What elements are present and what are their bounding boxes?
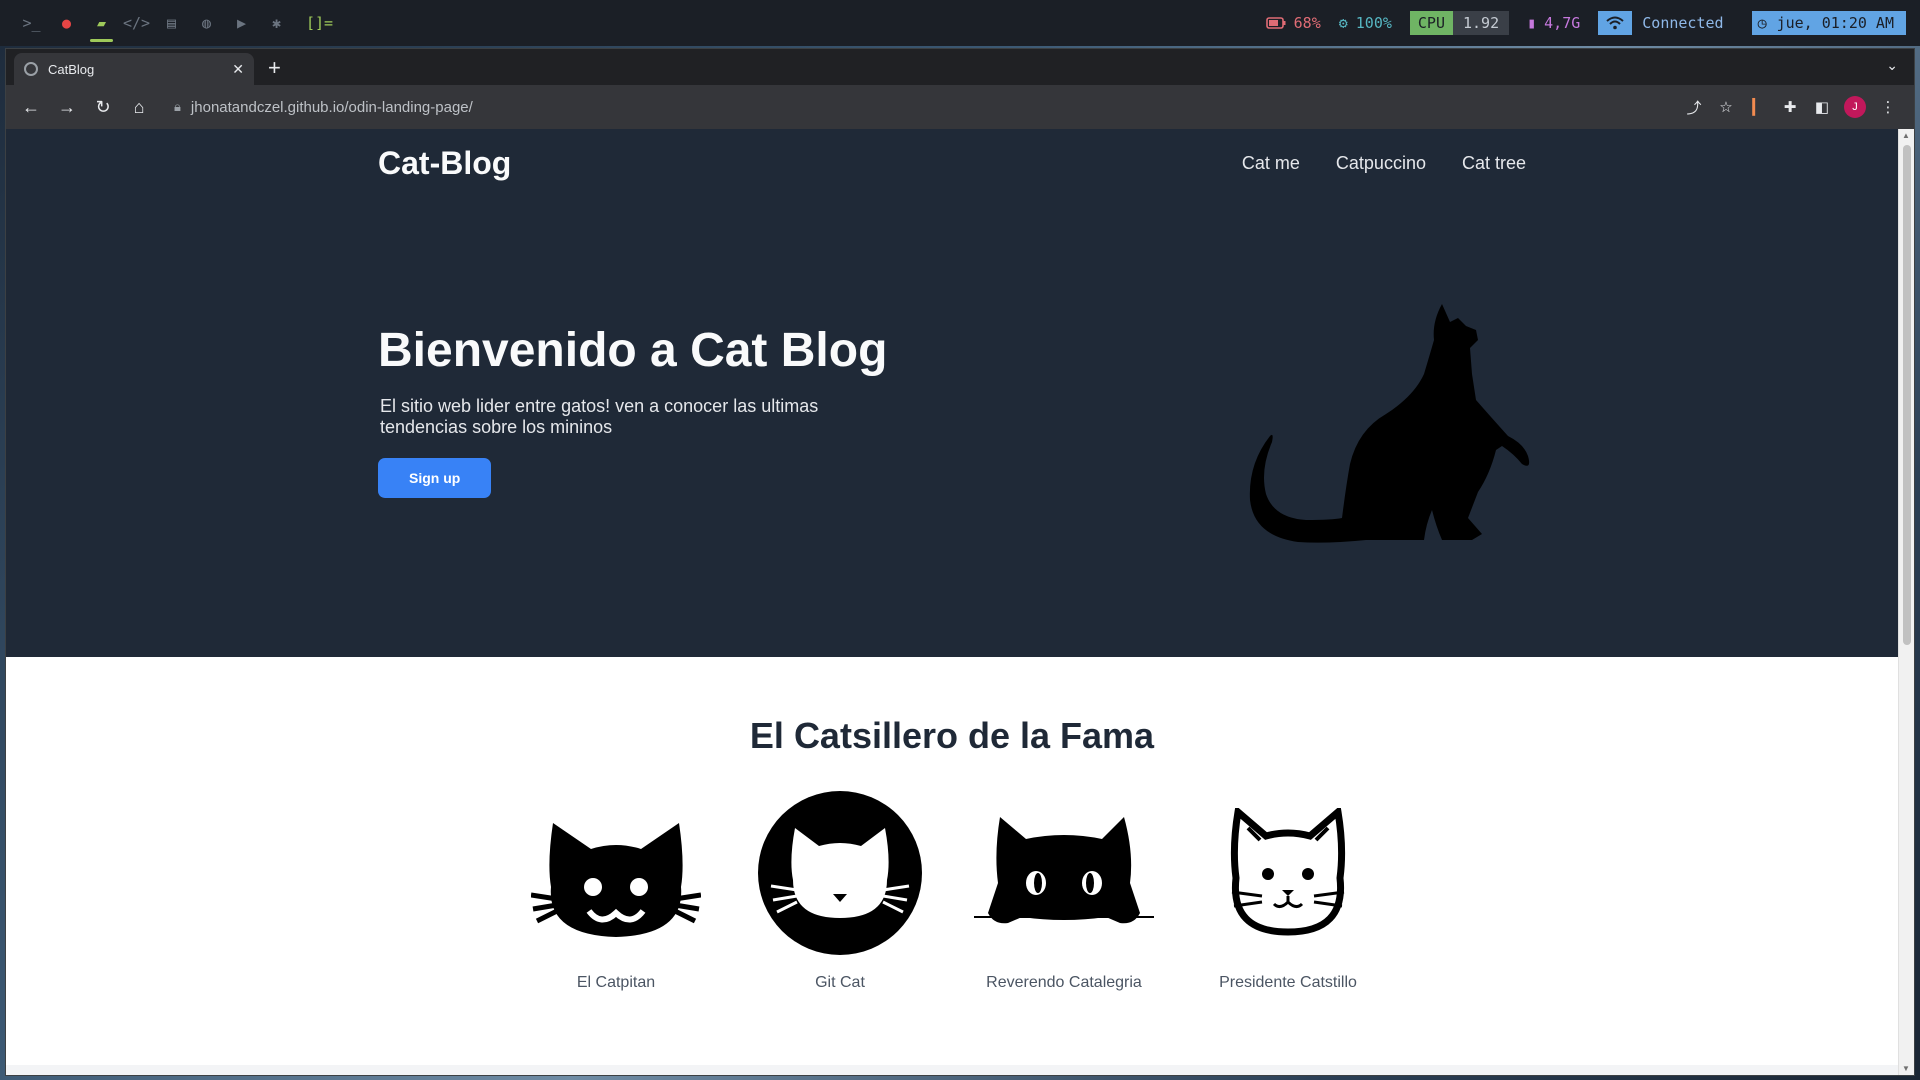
reload-button[interactable]: ↻ <box>88 92 118 122</box>
page-bottom-edge <box>6 1065 1898 1075</box>
cpu-label: CPU <box>1409 11 1453 35</box>
cpu-chip-icon: ⚙ <box>1338 14 1348 32</box>
page-scrollbar[interactable]: ▲ ▼ <box>1898 129 1914 1075</box>
new-tab-button[interactable]: + <box>268 55 281 81</box>
site-header: Cat-Blog Cat me Catpuccino Cat tree <box>378 145 1526 182</box>
peeking-cat-icon <box>970 785 1158 960</box>
settings-icon[interactable]: ✱ <box>259 0 294 46</box>
firefox-icon[interactable]: ● <box>49 0 84 46</box>
nav-link-cat-tree[interactable]: Cat tree <box>1462 153 1526 174</box>
tab-strip: CatBlog ✕ + ⌄ <box>6 49 1914 85</box>
globe-icon <box>24 62 38 76</box>
kebab-menu-icon[interactable]: ⋮ <box>1878 97 1898 117</box>
scroll-up-icon[interactable]: ▲ <box>1902 131 1910 140</box>
outline-cat-face-icon <box>1194 785 1382 960</box>
battery-status: 68% <box>1265 14 1321 32</box>
avatar[interactable]: J <box>1844 96 1866 118</box>
wifi-icon <box>1598 11 1633 35</box>
smiling-cat-face-icon <box>522 785 710 960</box>
cpu-load: CPU 1.92 <box>1409 11 1510 35</box>
cpu-frequency-value: 100% <box>1355 14 1392 32</box>
battery-level: 68% <box>1293 14 1321 32</box>
cat-name: Presidente Catstillo <box>1219 974 1357 991</box>
cat-circle-icon <box>746 785 934 960</box>
forward-button[interactable]: → <box>52 92 82 122</box>
back-button[interactable]: ← <box>16 92 46 122</box>
cat-name: El Catpitan <box>576 974 656 991</box>
fame-title: El Catsillero de la Fama <box>749 715 1155 756</box>
cat-card-git-cat: Git Cat <box>746 785 934 992</box>
cat-card-catstillo: Presidente Catstillo <box>1194 785 1382 992</box>
browser-window: CatBlog ✕ + ⌄ ← → ↻ ⌂ 🔒︎ jhonatandczel.g… <box>5 48 1915 1076</box>
lock-icon[interactable]: 🔒︎ <box>174 99 181 115</box>
browser-toolbar: ← → ↻ ⌂ 🔒︎ jhonatandczel.github.io/odin-… <box>6 85 1914 129</box>
cat-card-catpitan: El Catpitan <box>522 785 710 992</box>
nav-link-catpuccino[interactable]: Catpuccino <box>1336 153 1426 174</box>
home-button[interactable]: ⌂ <box>124 92 154 122</box>
address-bar[interactable]: 🔒︎ jhonatandczel.github.io/odin-landing-… <box>160 90 1678 124</box>
site-nav: Cat me Catpuccino Cat tree <box>1242 153 1526 174</box>
share-icon[interactable]: ⤴ <box>1684 97 1704 117</box>
terminal-icon[interactable]: >_ <box>14 0 49 46</box>
battery-icon <box>1265 17 1286 29</box>
side-panel-icon[interactable]: ◧ <box>1812 97 1832 117</box>
signup-button[interactable]: Sign up <box>378 458 492 499</box>
cat-list: El Catpitan Git Cat Reverendo Catalegria… <box>6 785 1898 992</box>
chat-icon[interactable]: ◍ <box>189 0 224 46</box>
clock-icon: ◷ <box>1757 14 1767 32</box>
extension-icon[interactable]: ▎ <box>1748 97 1768 117</box>
code-icon[interactable]: </> <box>119 0 154 46</box>
scroll-thumb[interactable] <box>1903 145 1911 645</box>
sitting-cat-icon <box>1246 304 1546 544</box>
memory-icon: ▮ <box>1527 14 1537 32</box>
clock-time: jue, 01:20 AM <box>1776 14 1894 32</box>
page-viewport: Cat-Blog Cat me Catpuccino Cat tree Bien… <box>6 129 1898 1075</box>
url-text[interactable]: jhonatandczel.github.io/odin-landing-pag… <box>191 99 473 116</box>
layout-indicator[interactable]: []= <box>306 14 333 32</box>
video-icon[interactable]: ▶ <box>224 0 259 46</box>
network-status[interactable]: Connected <box>1598 11 1733 35</box>
cat-card-catalegria: Reverendo Catalegria <box>970 785 1158 992</box>
hero-text: Bienvenido a Cat Blog El sitio web lider… <box>378 323 938 499</box>
notes-icon[interactable]: ▤ <box>154 0 189 46</box>
hero-subtitle: El sitio web lider entre gatos! ven a co… <box>380 396 819 438</box>
puzzle-icon[interactable]: ✚ <box>1780 97 1800 117</box>
system-bar: >_ ● ▰ </> ▤ ◍ ▶ ✱ []= 68% ⚙ 100% CPU 1.… <box>0 0 1920 46</box>
close-tab-icon[interactable]: ✕ <box>232 61 244 78</box>
workspace-list: >_ ● ▰ </> ▤ ◍ ▶ ✱ []= <box>14 0 333 46</box>
hero-title: Bienvenido a Cat Blog <box>378 324 888 377</box>
memory-usage: ▮ 4,7G <box>1527 14 1580 32</box>
cpu-load-value: 1.92 <box>1453 11 1510 35</box>
scroll-down-icon[interactable]: ▼ <box>1902 1064 1910 1073</box>
hero-section: Cat-Blog Cat me Catpuccino Cat tree Bien… <box>6 129 1898 657</box>
memory-value: 4,7G <box>1544 14 1581 32</box>
tab-search-chevron-icon[interactable]: ⌄ <box>1886 57 1898 74</box>
site-logo[interactable]: Cat-Blog <box>378 145 511 182</box>
clock[interactable]: ◷ jue, 01:20 AM <box>1751 11 1906 35</box>
folder-icon[interactable]: ▰ <box>84 0 119 46</box>
cat-name: Git Cat <box>815 974 865 991</box>
cat-name: Reverendo Catalegria <box>986 974 1142 991</box>
cpu-frequency: ⚙ 100% <box>1339 14 1392 32</box>
tab-catblog[interactable]: CatBlog ✕ <box>14 53 254 85</box>
tab-title: CatBlog <box>48 61 95 77</box>
bookmark-star-icon[interactable]: ☆ <box>1716 97 1736 117</box>
nav-link-cat-me[interactable]: Cat me <box>1242 153 1300 174</box>
fame-section: El Catsillero de la Fama El Catpitan Git… <box>6 657 1898 992</box>
network-label: Connected <box>1642 14 1724 32</box>
